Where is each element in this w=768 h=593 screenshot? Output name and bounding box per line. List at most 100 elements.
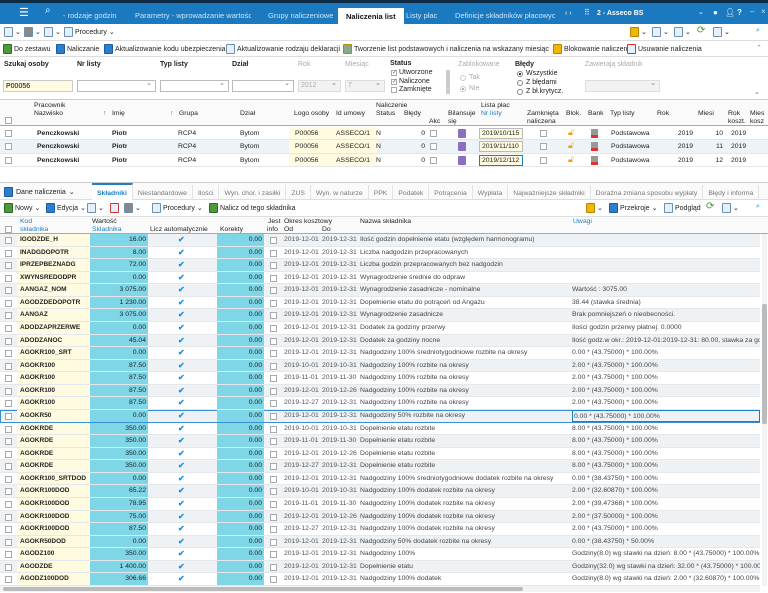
auto-checkbox[interactable]: ✔ (178, 322, 185, 334)
auto-checkbox[interactable]: ✔ (178, 536, 185, 548)
auto-checkbox[interactable]: ✔ (178, 309, 185, 321)
info-checkbox[interactable] (270, 563, 277, 571)
auto-checkbox[interactable]: ✔ (178, 284, 185, 296)
export-button[interactable]: ⌄ (44, 27, 61, 37)
aktualizowanie-kodu-button[interactable]: Aktualizowanie kodu ubezpieczenia (104, 44, 226, 54)
info-checkbox[interactable] (270, 500, 277, 508)
row-checkbox[interactable] (5, 143, 12, 151)
row-checkbox[interactable] (5, 324, 12, 332)
info-checkbox[interactable] (270, 576, 277, 584)
edycja-button[interactable]: Edycja ⌄ (46, 203, 86, 213)
info-checkbox[interactable] (270, 475, 277, 483)
info-checkbox[interactable] (270, 400, 277, 408)
tab-zus[interactable]: ZUS (286, 185, 311, 200)
table-row[interactable]: AGOKR100_SRTDOD 0.00 ✔ 0.00 2019-12-01 2019-1… (0, 472, 760, 486)
search-lower-icon[interactable]: ⌕ (756, 203, 760, 211)
hamburger-menu-icon[interactable]: ☰ (19, 6, 29, 19)
row-checkbox[interactable] (5, 576, 12, 584)
header-bledy[interactable]: Błędy (404, 110, 421, 117)
company-name[interactable]: 2 - Asseco BS (597, 10, 643, 17)
auto-checkbox[interactable]: ✔ (178, 573, 185, 585)
row-checkbox[interactable] (5, 438, 12, 446)
unlock-icon[interactable]: 🔓︎ (568, 154, 574, 165)
blokowanie-button[interactable]: Blokowanie naliczenia (553, 44, 633, 54)
typ-listy-select[interactable] (160, 79, 229, 92)
auto-checkbox[interactable]: ✔ (178, 511, 185, 523)
info-checkbox[interactable] (270, 526, 277, 534)
tab-dora-na-zmiana-sposobu-wyp-aty[interactable]: Doraźna zmiana sposobu wypłaty (591, 185, 704, 200)
info-checkbox[interactable] (270, 262, 277, 270)
unlock-icon[interactable]: 🔓︎ (568, 140, 574, 151)
row-checkbox[interactable] (5, 425, 12, 433)
table-row[interactable]: AGODZ100DOD 306.66 ✔ 0.00 2019-12-01 2019-12-… (0, 573, 760, 586)
view-button[interactable]: ⌄ (652, 27, 669, 37)
info-checkbox[interactable] (270, 412, 277, 420)
select-all-lower-checkbox[interactable] (5, 226, 12, 233)
row-checkbox[interactable] (5, 299, 12, 307)
table-row[interactable]: AGODZDEDOPOTR 1 230.00 ✔ 0.00 2019-12-01 2019… (0, 296, 760, 310)
row-checkbox[interactable] (5, 551, 12, 559)
search-icon[interactable]: ⌕ (45, 5, 51, 16)
info-checkbox[interactable] (270, 299, 277, 307)
scrollbar-thumb[interactable] (762, 304, 767, 424)
zablokowane-option[interactable]: Nie (460, 83, 480, 94)
expand-filter-icon[interactable]: ⌄ (754, 88, 760, 96)
cell-nr-listy[interactable]: 2019/10/115 (479, 128, 523, 139)
zamknieta-checkbox[interactable] (540, 156, 547, 164)
row-checkbox[interactable] (5, 287, 12, 295)
table-row[interactable]: IGODZDE_H 16.00 ✔ 0.00 2019-12-01 2019-12-31 I… (0, 234, 760, 247)
hscrollbar-thumb[interactable] (3, 587, 523, 591)
print-lower-button[interactable]: ⌄ (124, 203, 141, 213)
info-checkbox[interactable] (270, 513, 277, 521)
do-zestawu-button[interactable]: Do zestawu (3, 44, 51, 54)
row-checkbox[interactable] (5, 450, 12, 458)
tab-sk-adniki[interactable]: Składniki (92, 183, 133, 200)
procedury-button[interactable]: Procedury ⌄ (64, 27, 115, 37)
status-checkbox[interactable]: ✓ (391, 78, 397, 85)
nalicz-button[interactable]: Nalicz od tego składnika (209, 203, 296, 213)
radio-icon[interactable] (460, 74, 466, 81)
table-row[interactable]: AGOKRDE 350.00 ✔ 0.00 2019-12-27 2019-12-31 Do… (0, 460, 760, 473)
dzial-select[interactable] (232, 79, 294, 92)
bell-icon[interactable]: ● (713, 8, 718, 17)
row-checkbox[interactable] (5, 538, 12, 546)
table-row[interactable]: AGOKR50DOD 0.00 ✔ 0.00 2019-12-01 2019-12-31 N… (0, 535, 760, 549)
nr-listy-select[interactable] (77, 79, 156, 92)
unlock-icon[interactable]: 🔓︎ (568, 127, 574, 138)
auto-checkbox[interactable]: ✔ (178, 410, 185, 422)
table-row[interactable]: AGOKRDE 350.00 ✔ 0.00 2019-12-01 2019-12-26 Do… (0, 447, 760, 461)
table-row[interactable]: XWYNSREDODPR 0.00 ✔ 0.00 2019-12-01 2019-12-3… (0, 271, 760, 285)
header-licz-automatycznie[interactable]: Licz automatycznie (150, 226, 208, 233)
aktualizowanie-rodzaju-button[interactable]: Aktualizowanie rodzaju deklaracji (226, 44, 340, 54)
auto-checkbox[interactable]: ✔ (178, 234, 185, 246)
row-checkbox[interactable] (5, 412, 12, 420)
usuwanie-button[interactable]: Usuwanie naliczenia (627, 44, 702, 54)
auto-checkbox[interactable]: ✔ (178, 397, 185, 409)
tab-ilo-ci[interactable]: Ilości (193, 185, 220, 200)
akc-checkbox[interactable] (430, 156, 437, 164)
info-checkbox[interactable] (270, 274, 277, 282)
status-option[interactable]: ✓ Naliczone (391, 78, 451, 87)
delete-button[interactable] (110, 203, 119, 213)
auto-checkbox[interactable]: ✔ (178, 435, 185, 447)
row-checkbox[interactable] (5, 262, 12, 270)
refresh-lower-icon[interactable]: ⟳ (706, 201, 714, 212)
status-option[interactable]: Zamknięte (391, 86, 451, 95)
rok-select[interactable]: 2012 (298, 79, 341, 92)
table-row[interactable]: AGOKR100DOD 75.00 ✔ 0.00 2019-12-01 2019-12-2… (0, 510, 760, 524)
auto-checkbox[interactable]: ✔ (178, 548, 185, 560)
info-checkbox[interactable] (270, 425, 277, 433)
auto-checkbox[interactable]: ✔ (178, 372, 185, 384)
select-all-checkbox[interactable] (5, 117, 12, 124)
zawieraja-select[interactable] (585, 79, 660, 92)
table-row[interactable]: AANGAZ_NOM 3 075.00 ✔ 0.00 2019-12-01 2019-12… (0, 284, 760, 297)
bledy-option[interactable]: Z błędami (517, 78, 563, 87)
podglad-button[interactable]: Podgląd (664, 203, 701, 213)
tab-wyn-chor-i-zasi-ki[interactable]: Wyn. chor. i zasiłki (219, 185, 287, 200)
header-info[interactable]: info (267, 226, 278, 233)
table-row[interactable]: ADODZAPRZERWE 0.00 ✔ 0.00 2019-12-01 2019-12-… (0, 321, 760, 335)
auto-checkbox[interactable]: ✔ (178, 498, 185, 510)
header-od[interactable]: Od (284, 226, 293, 233)
tab-scroll-arrows[interactable]: ‹ › (565, 10, 572, 17)
info-checkbox[interactable] (270, 387, 277, 395)
